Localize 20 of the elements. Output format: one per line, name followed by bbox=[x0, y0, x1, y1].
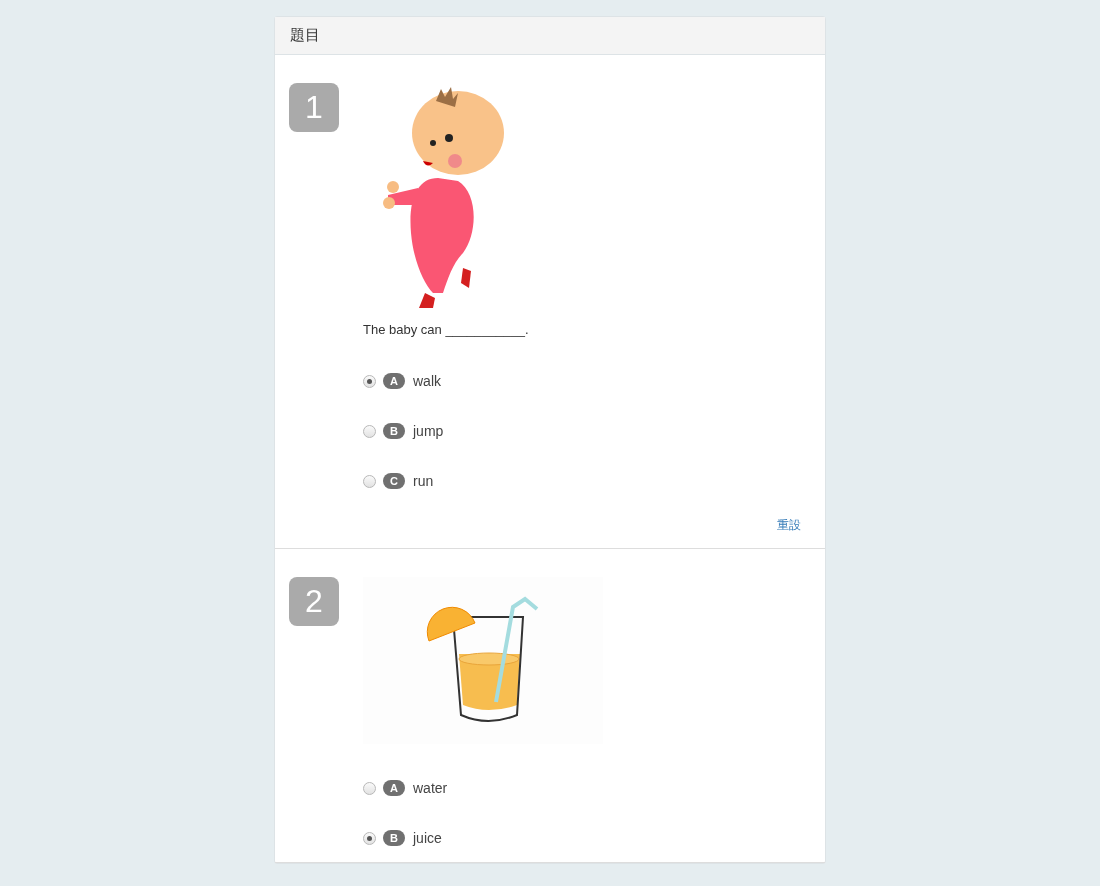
option-letter: A bbox=[383, 780, 405, 796]
option-text: juice bbox=[413, 830, 442, 846]
panel-title: 題目 bbox=[290, 26, 320, 45]
option-letter: C bbox=[383, 473, 405, 489]
option-text: run bbox=[413, 473, 434, 489]
reset-link[interactable]: 重設 bbox=[777, 517, 801, 534]
question-number: 1 bbox=[289, 83, 339, 132]
option-text: water bbox=[413, 780, 448, 796]
option-letter: B bbox=[383, 830, 405, 846]
radio-button[interactable] bbox=[363, 424, 376, 438]
option-letter: A bbox=[383, 373, 405, 389]
option-letter: B bbox=[383, 423, 405, 439]
radio-button[interactable] bbox=[363, 474, 376, 488]
question-number: 2 bbox=[289, 577, 339, 626]
option-text: walk bbox=[413, 373, 441, 389]
radio-button[interactable] bbox=[363, 374, 376, 388]
radio-button[interactable] bbox=[363, 831, 376, 845]
option-text: jump bbox=[413, 423, 444, 439]
question-text: The baby can ___________. bbox=[363, 322, 530, 337]
radio-button[interactable] bbox=[363, 781, 376, 795]
